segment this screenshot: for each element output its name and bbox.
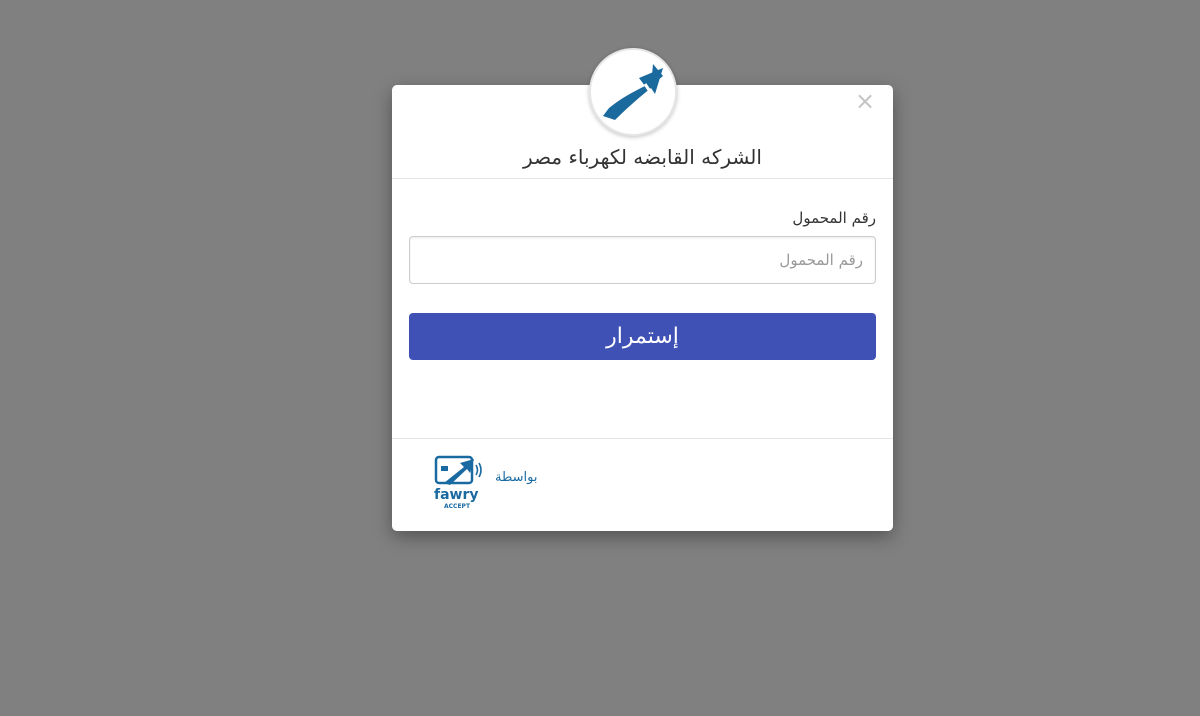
footer-divider (392, 438, 893, 439)
fawry-accept-logo: fawry ACCEPT (434, 455, 486, 511)
phone-input[interactable] (409, 236, 876, 284)
phone-label: رقم المحمول (792, 209, 876, 227)
payment-modal: × الشركه القابضه لكهرباء مصر رقم المحمول… (392, 48, 893, 531)
svg-text:fawry: fawry (434, 487, 479, 503)
powered-by-text: بواسطة (495, 470, 538, 485)
arrow-up-right-icon (603, 64, 663, 120)
merchant-logo (589, 48, 677, 136)
continue-button[interactable]: إستمرار (409, 313, 876, 360)
svg-text:ACCEPT: ACCEPT (444, 503, 471, 510)
close-button[interactable]: × (855, 89, 875, 113)
merchant-name: الشركه القابضه لكهرباء مصر (523, 145, 762, 169)
header-divider (392, 178, 893, 179)
